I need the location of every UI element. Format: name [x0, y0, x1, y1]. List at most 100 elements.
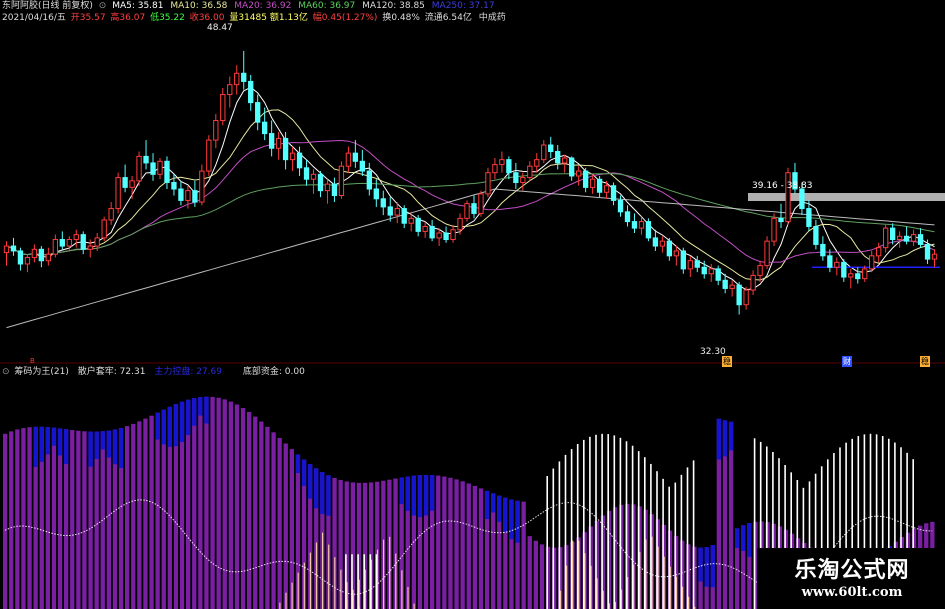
- retail-bar: [228, 401, 233, 609]
- candle-body: [66, 239, 72, 247]
- candle-body: [896, 235, 903, 241]
- concentration-bar: [607, 434, 609, 609]
- candle-body: [422, 225, 428, 232]
- bottom-fund-bar: [389, 536, 391, 609]
- main-force-bar: [710, 545, 715, 588]
- candle-body: [331, 183, 338, 197]
- main-force-bar: [167, 406, 172, 447]
- retail-bar: [51, 427, 57, 609]
- bottom-fund-bar: [395, 553, 397, 609]
- info-turnover: 换0.48%: [382, 13, 420, 23]
- candle-body: [883, 227, 889, 249]
- candle-body: [192, 190, 198, 203]
- candle-body: [213, 120, 219, 141]
- candle-body: [757, 265, 763, 276]
- candle-body: [143, 155, 149, 164]
- bottom-fund-bar: [364, 569, 366, 609]
- bottom-fund-bar: [352, 589, 354, 609]
- candle-body: [722, 279, 728, 289]
- bottom-fund-bar: [358, 579, 360, 609]
- candle-body: [659, 240, 666, 247]
- candle-body: [296, 152, 303, 169]
- retail-bar: [15, 429, 20, 609]
- candle-body: [101, 219, 107, 239]
- main-force-bar: [503, 497, 508, 532]
- candle-body: [248, 80, 254, 104]
- retail-bar: [198, 397, 203, 609]
- candle-body: [185, 190, 191, 201]
- indicator-title[interactable]: 筹码为王(21): [14, 367, 68, 377]
- info-date: 2021/04/16/五: [2, 13, 66, 23]
- candle-body: [575, 170, 582, 177]
- main-force-bar: [741, 525, 746, 552]
- candle-body: [910, 234, 917, 242]
- info-amount: 额1.13亿: [269, 13, 308, 23]
- bottom-fund-bar: [291, 582, 293, 609]
- bottom-fund-bar: [407, 586, 409, 609]
- main-force-bar: [704, 547, 709, 587]
- candle-body: [499, 159, 505, 166]
- retail-bar: [259, 421, 264, 609]
- candle-body: [227, 84, 233, 95]
- candle-body: [771, 217, 777, 242]
- main-force-bar: [173, 404, 179, 447]
- candle-body: [94, 237, 100, 247]
- bottom-fund-bar: [285, 592, 287, 609]
- candle-body: [903, 235, 910, 242]
- main-force-bar: [301, 459, 307, 487]
- candle-body: [380, 198, 386, 208]
- candle-body: [457, 217, 463, 231]
- bottom-fund-bar: [602, 590, 604, 609]
- candle-body: [255, 102, 261, 123]
- candle-body: [303, 167, 310, 180]
- stock-chart[interactable]: [0, 0, 945, 609]
- main-force-bar: [118, 427, 124, 469]
- watermark-url: www.60lt.com: [801, 585, 903, 600]
- bottom-fund-bar: [370, 559, 372, 609]
- concentration-bar: [686, 467, 689, 609]
- candle-body: [596, 178, 603, 193]
- bottom-fund-bar: [340, 569, 342, 609]
- retail-label: 散户套牢: 72.31: [77, 367, 146, 377]
- main-force-bar: [39, 426, 44, 462]
- retail-bar: [265, 426, 270, 609]
- main-force-bar: [405, 476, 410, 511]
- main-force-bar: [423, 474, 429, 516]
- candle-body: [750, 274, 756, 291]
- bottom-fund-bar: [645, 539, 647, 609]
- candle-body: [108, 208, 114, 221]
- candle-body: [848, 273, 854, 278]
- bottom-fund-label: 底部资金: 0.00: [242, 367, 305, 377]
- candle-body: [471, 203, 477, 214]
- candle-body: [241, 72, 247, 82]
- main-force-bar: [716, 418, 721, 460]
- stock-title[interactable]: 东阿阿胶(日线 前复权): [2, 1, 93, 11]
- candle-body: [834, 261, 840, 268]
- info-high: 高36.07: [110, 13, 146, 23]
- retail-bar: [247, 412, 252, 609]
- candle-body: [743, 289, 749, 306]
- candle-body: [178, 188, 184, 201]
- candle-body: [610, 185, 617, 201]
- candle-body: [889, 227, 896, 241]
- retail-bar: [283, 443, 288, 609]
- candle-body: [261, 121, 268, 135]
- candle-body: [199, 170, 205, 203]
- candle-body: [680, 250, 686, 270]
- candle-body: [45, 253, 52, 262]
- retail-bar: [155, 412, 160, 609]
- retail-bar: [454, 479, 459, 609]
- candle-body: [268, 133, 275, 149]
- main-force-bar: [417, 475, 423, 518]
- bottom-fund-bar: [688, 596, 690, 609]
- bottom-fund-bar: [590, 565, 592, 609]
- indicator-settings-icon[interactable]: ⊙: [2, 367, 10, 377]
- bottom-fund-bar: [578, 540, 580, 609]
- main-force-bar: [64, 429, 69, 465]
- main-force-bar: [33, 426, 38, 468]
- candle-body: [715, 268, 721, 281]
- candle-body: [359, 160, 366, 172]
- settings-icon[interactable]: ⊙: [99, 1, 107, 11]
- candle-body: [666, 240, 673, 257]
- candle-body: [24, 256, 31, 265]
